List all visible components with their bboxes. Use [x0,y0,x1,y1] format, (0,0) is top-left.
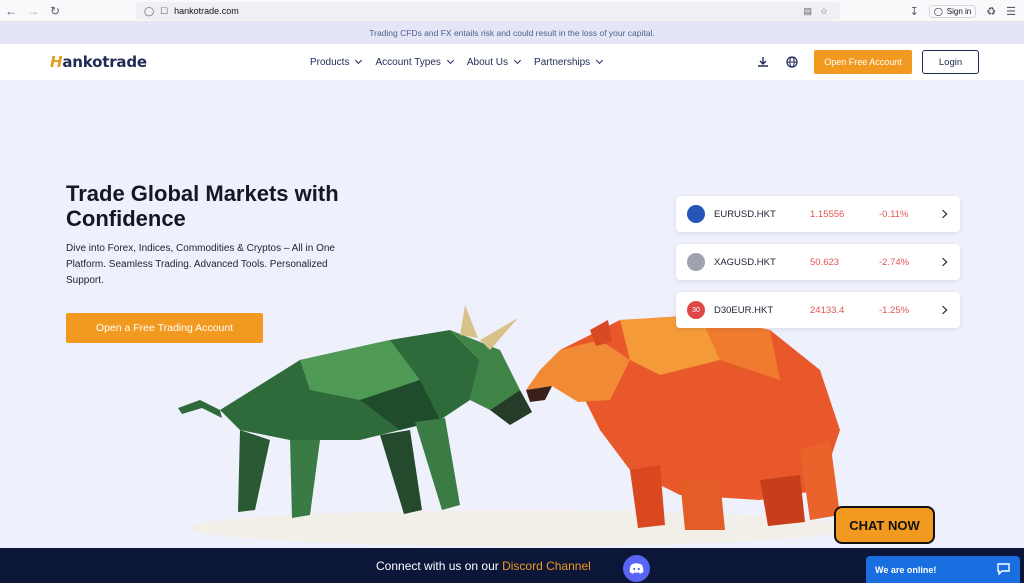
nav-partnerships[interactable]: Partnerships [534,56,604,68]
lock-icon: ☐ [160,5,169,16]
quote-symbol: D30EUR.HKT [714,304,774,316]
quote-row-xagusd[interactable]: XAGUSD.HKT 50.623 -2.74% [676,244,960,280]
chevron-down-icon [513,56,522,65]
chevron-right-icon [938,305,948,315]
nav-account-types[interactable]: Account Types [375,56,454,68]
quote-row-d30eur[interactable]: 30 D30EUR.HKT 24133.4 -1.25% [676,292,960,328]
risk-warning-banner: Trading CFDs and FX entails risk and cou… [0,22,1024,44]
quote-price: 24133.4 [810,304,845,316]
hero-subtitle: Dive into Forex, Indices, Commodities & … [66,243,335,286]
login-button[interactable]: Login [922,50,979,74]
nav-about-us[interactable]: About Us [467,56,522,68]
quote-price: 1.15556 [810,208,845,220]
downloads-icon[interactable]: ↧ [910,5,919,18]
bookmark-star-icon[interactable]: ☆ [820,6,828,17]
quote-symbol: EURUSD.HKT [714,208,776,220]
chevron-down-icon [596,56,604,65]
shield-icon: ◯ [144,5,155,16]
extensions-icon[interactable]: ♻ [986,5,996,18]
reader-view-icon[interactable]: ▤ [803,6,812,17]
discord-icon[interactable] [623,555,650,582]
quote-change: -1.25% [879,304,910,316]
sign-in-button[interactable]: ◯ Sign in [928,4,977,18]
chevron-down-icon [355,56,363,65]
discord-link[interactable]: Connect with us on our Discord Channel [376,559,591,573]
menu-icon[interactable]: ☰ [1006,5,1016,18]
silver-coin-icon [687,253,705,271]
back-arrow-icon[interactable]: ← [0,0,22,22]
download-icon[interactable] [755,54,771,70]
quote-price: 50.623 [810,256,840,268]
url-text: hankotrade.com [174,6,239,16]
main-nav: Products Account Types About Us Partners… [310,44,604,80]
reload-icon[interactable]: ↻ [44,0,66,22]
hankotrade-logo[interactable]: Hankotrade [50,53,147,71]
quote-row-eurusd[interactable]: EURUSD.HKT 1.15556 -0.11% [676,196,960,232]
address-bar[interactable]: ◯ ☐ hankotrade.com ▤ ☆ [136,2,840,20]
globe-icon[interactable] [784,54,800,70]
chevron-right-icon [938,257,948,267]
de30-index-icon: 30 [687,301,705,319]
chevron-right-icon [938,209,948,219]
quote-symbol: XAGUSD.HKT [714,256,776,268]
quote-change: -2.74% [879,256,910,268]
live-chat-widget[interactable]: We are online! [866,556,1020,583]
browser-toolbar: ← → ↻ ◯ ☐ hankotrade.com ▤ ☆ ↧ ◯ Sign in… [0,0,1024,22]
quote-change: -0.11% [879,208,909,220]
bull-illustration [178,305,532,518]
bull-and-bear-illustration [178,305,850,546]
eu-us-flag-icon [687,205,705,223]
site-header: Hankotrade Products Account Types About … [0,44,1024,80]
chat-now-button[interactable]: CHAT NOW [834,506,935,544]
nav-products[interactable]: Products [310,56,363,68]
chat-icon [997,563,1010,577]
chevron-down-icon [446,56,454,65]
open-free-account-button[interactable]: Open Free Account [814,50,912,74]
bear-illustration [526,315,840,530]
hero-title: Trade Global Markets with Confidence [66,181,339,231]
forward-arrow-icon[interactable]: → [22,0,44,22]
account-icon: ◯ [933,6,943,16]
